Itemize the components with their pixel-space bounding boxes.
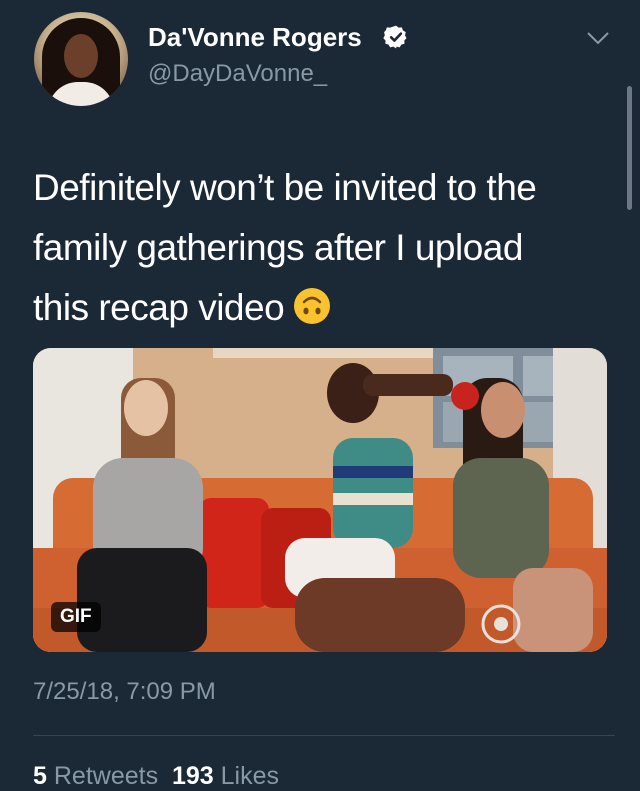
tweet-text-line: this recap video [33,278,603,338]
tweet-text: Definitely won’t be invited to the famil… [33,158,603,338]
tweet-stats: 5 Retweets 193 Likes [33,762,279,791]
retweets-count: 5 [33,762,47,790]
gif-frame-image [33,348,607,652]
tweet-timestamp[interactable]: 7/25/18, 7:09 PM [33,678,216,706]
tweet-text-line: Definitely won’t be invited to the [33,167,537,208]
avatar[interactable] [34,12,128,106]
tweet-text-line-content: this recap video [33,287,285,328]
gif-badge: GIF [51,602,101,632]
display-name[interactable]: Da'Vonne Rogers [148,22,362,53]
likes-label: Likes [220,762,280,790]
upside-down-face-emoji-icon [294,288,331,324]
likes-count: 193 [171,762,214,790]
chevron-down-icon[interactable] [586,30,610,46]
avatar-face [64,34,98,78]
tweet-text-line: family gatherings after I upload [33,227,523,268]
divider [33,735,615,736]
user-handle[interactable]: @DayDaVonne_ [148,60,327,88]
retweets-stat[interactable]: 5 Retweets [33,762,158,790]
likes-stat[interactable]: 193 Likes [172,762,279,790]
retweets-label: Retweets [53,762,159,790]
verified-badge-icon [383,25,407,49]
scrollbar[interactable] [627,86,632,210]
media-gif[interactable]: GIF [33,348,607,652]
